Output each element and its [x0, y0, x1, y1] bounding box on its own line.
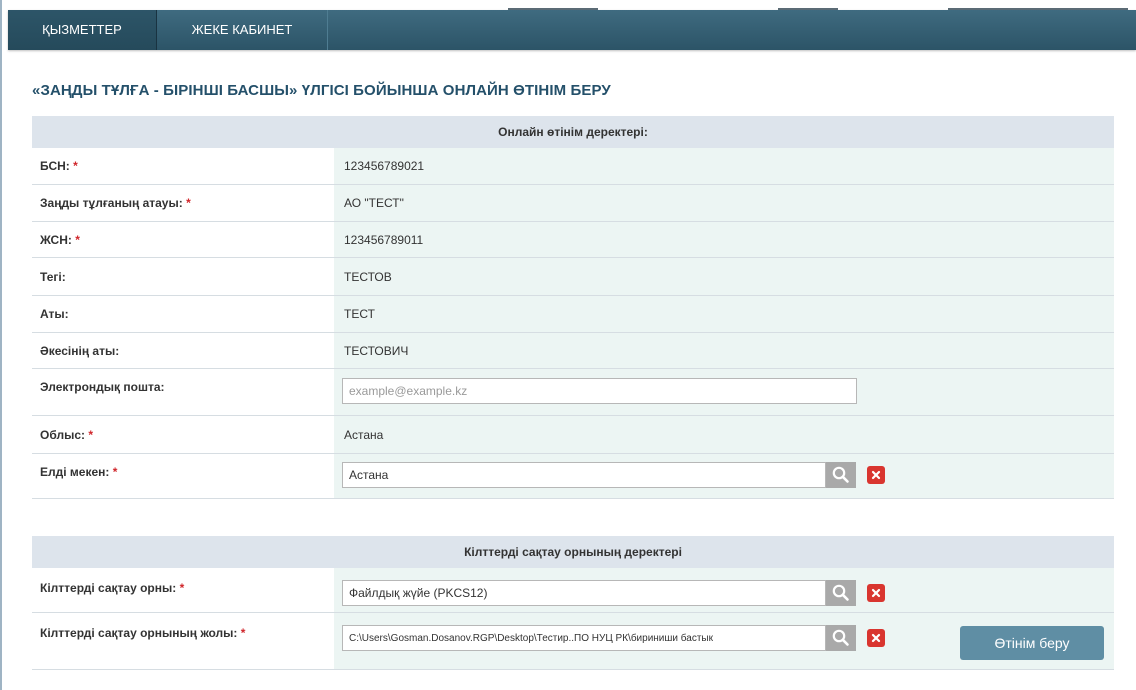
name-label: Аты:	[32, 296, 334, 332]
top-navigation-bar: ҚЫЗМЕТТЕР ЖЕКЕ КАБИНЕТ	[8, 8, 1136, 50]
iin-row: ЖСН: * 123456789011	[32, 222, 1114, 258]
keystore-type-input[interactable]	[342, 580, 826, 606]
email-label: Электрондық пошта:	[32, 369, 334, 415]
tab-personal-cabinet[interactable]: ЖЕКЕ КАБИНЕТ	[157, 10, 328, 50]
surname-row: Тегі: ТЕСТОВ	[32, 258, 1114, 296]
required-mark: *	[179, 581, 185, 595]
required-mark: *	[112, 465, 118, 479]
company-name-label: Заңды тұлғаның атауы: *	[32, 185, 334, 221]
close-icon	[871, 633, 881, 643]
surname-value: ТЕСТОВ	[334, 258, 1114, 295]
email-field[interactable]	[342, 378, 857, 404]
close-icon	[871, 588, 881, 598]
keystore-type-clear-button[interactable]	[867, 584, 885, 602]
company-name-row: Заңды тұлғаның атауы: * АО "ТЕСТ"	[32, 185, 1114, 222]
bin-row: БСН: * 123456789021	[32, 148, 1114, 185]
required-mark: *	[240, 626, 246, 640]
name-row: Аты: ТЕСТ	[32, 296, 1114, 333]
tab-services[interactable]: ҚЫЗМЕТТЕР	[8, 10, 157, 50]
tab-personal-cabinet-label: ЖЕКЕ КАБИНЕТ	[191, 22, 293, 37]
region-label-text: Облыс:	[40, 428, 85, 442]
required-mark: *	[73, 159, 78, 173]
company-name-label-text: Заңды тұлғаның атауы:	[40, 196, 183, 210]
locality-search-button[interactable]	[826, 462, 856, 488]
iin-label: ЖСН: *	[32, 222, 334, 257]
locality-value-cell	[334, 454, 1114, 498]
bin-label-text: БСН:	[40, 159, 70, 173]
required-mark: *	[186, 196, 191, 210]
locality-row: Елді мекен: *	[32, 454, 1114, 499]
region-row: Облыс: * Астана	[32, 416, 1114, 454]
patronymic-value: ТЕСТОВИЧ	[334, 333, 1114, 368]
locality-label-text: Елді мекен:	[40, 465, 110, 479]
keystore-path-row: Кілттерді сақтау орнының жолы: *	[32, 613, 1114, 670]
window-left-edge	[0, 0, 2, 690]
company-name-value: АО "ТЕСТ"	[334, 185, 1114, 221]
header-decoration	[508, 8, 598, 10]
locality-label: Елді мекен: *	[32, 454, 334, 498]
iin-label-text: ЖСН:	[40, 233, 72, 247]
patronymic-label: Әкесінің аты:	[32, 333, 334, 368]
keystore-path-label: Кілттерді сақтау орнының жолы: *	[32, 613, 334, 669]
region-label: Облыс: *	[32, 416, 334, 453]
tab-services-label: ҚЫЗМЕТТЕР	[42, 22, 122, 37]
search-icon	[832, 584, 849, 601]
locality-input[interactable]	[342, 462, 826, 488]
email-row: Электрондық пошта:	[32, 369, 1114, 416]
bin-value: 123456789021	[334, 148, 1114, 184]
region-value: Астана	[334, 416, 1114, 453]
surname-label: Тегі:	[32, 258, 334, 295]
bin-label: БСН: *	[32, 148, 334, 184]
keystore-section-header: Кілттерді сақтау орнының деректері	[32, 536, 1114, 568]
name-value: ТЕСТ	[334, 296, 1114, 332]
application-section-header: Онлайн өтінім деректері:	[32, 116, 1114, 148]
keystore-type-search-button[interactable]	[826, 580, 856, 606]
submit-application-button[interactable]: Өтінім беру	[960, 626, 1104, 660]
keystore-type-value-cell	[334, 568, 1114, 612]
header-decoration	[948, 8, 1128, 10]
keystore-type-row: Кілттерді сақтау орны: *	[32, 568, 1114, 613]
iin-value: 123456789011	[334, 222, 1114, 257]
keystore-path-search-button[interactable]	[826, 625, 856, 651]
keystore-path-label-text: Кілттерді сақтау орнының жолы:	[40, 626, 238, 640]
search-icon	[832, 629, 849, 646]
keystore-path-input[interactable]	[342, 625, 826, 651]
keystore-path-clear-button[interactable]	[867, 629, 885, 647]
keystore-type-label-text: Кілттерді сақтау орны:	[40, 581, 177, 595]
required-mark: *	[88, 428, 94, 442]
email-value-cell	[334, 369, 1114, 415]
required-mark: *	[75, 233, 80, 247]
locality-clear-button[interactable]	[867, 466, 885, 484]
page-title: «ЗАҢДЫ ТҰЛҒА - БІРІНШІ БАСШЫ» ҮЛГІСІ БОЙ…	[32, 82, 611, 99]
patronymic-row: Әкесінің аты: ТЕСТОВИЧ	[32, 333, 1114, 369]
header-decoration	[778, 8, 838, 10]
keystore-type-label: Кілттерді сақтау орны: *	[32, 568, 334, 612]
close-icon	[871, 470, 881, 480]
search-icon	[832, 466, 849, 483]
